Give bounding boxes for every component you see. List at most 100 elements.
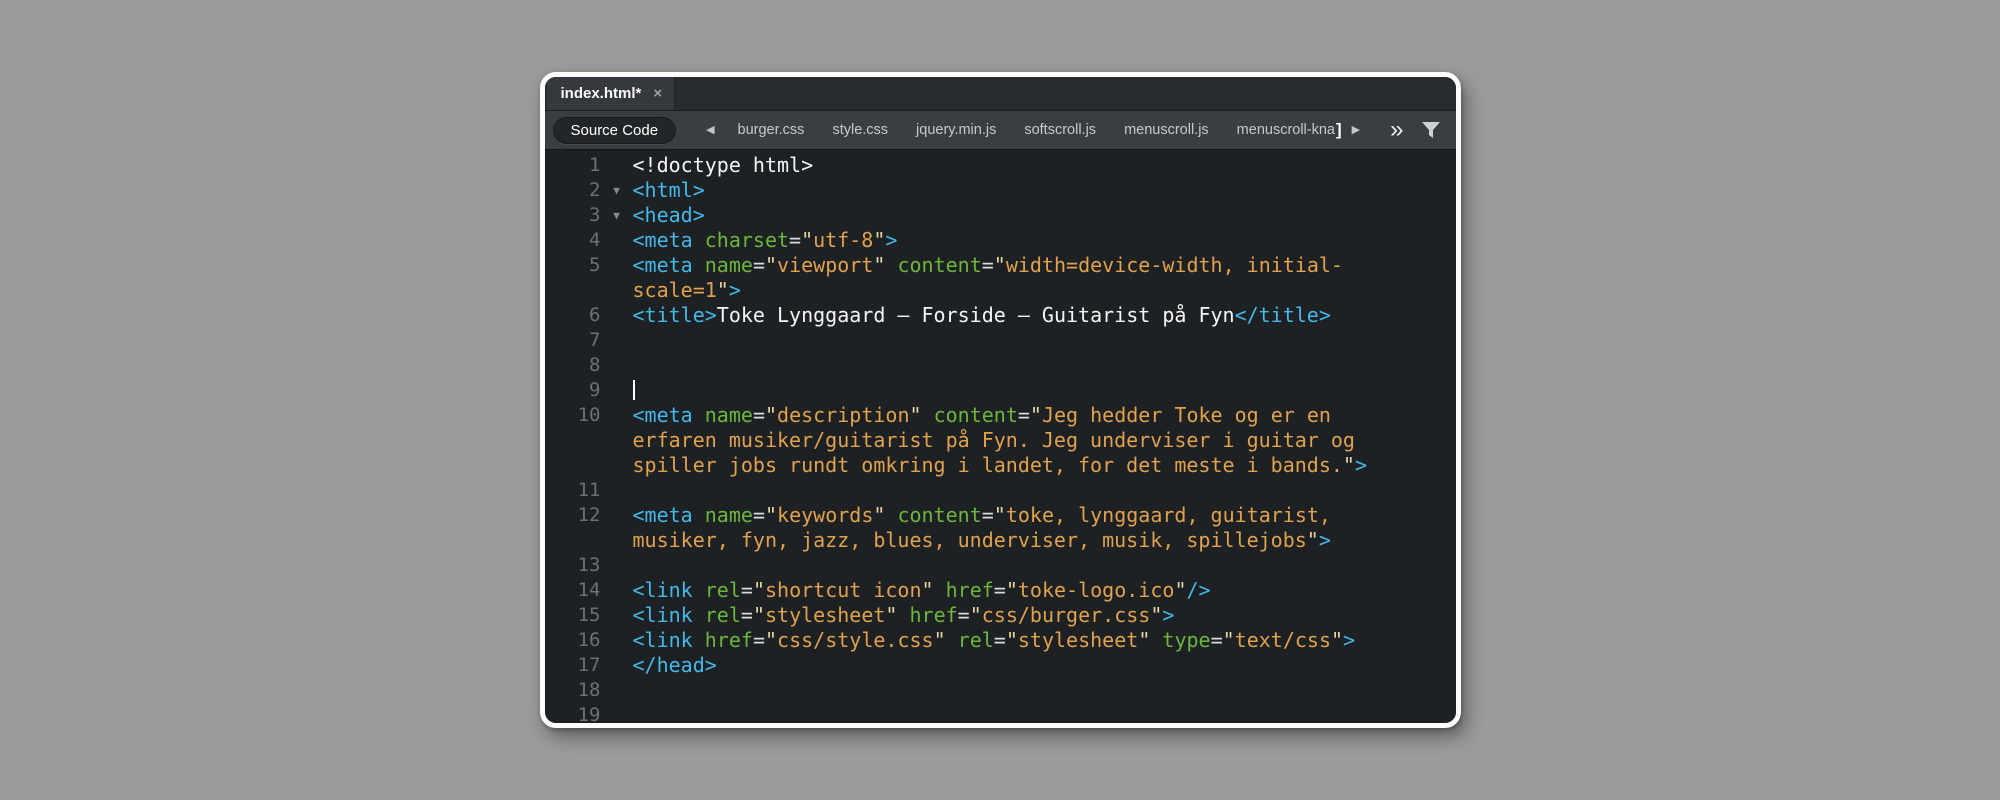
code-token: >	[1343, 628, 1355, 652]
code-token: stylesheet	[1018, 628, 1138, 652]
code-line[interactable]: spiller jobs rundt omkring i landet, for…	[545, 453, 1456, 478]
file-tab[interactable]: jquery.min.js	[916, 122, 996, 138]
code-token: toke-logo.ico	[1018, 578, 1175, 602]
code-line[interactable]: 13	[545, 553, 1456, 578]
code-line[interactable]: 19	[545, 703, 1456, 723]
code-token: name	[693, 253, 753, 277]
code-text: <link href="css/style.css" rel="styleshe…	[633, 628, 1356, 653]
code-text: <meta name="keywords" content="toke, lyn…	[633, 503, 1331, 528]
code-token: erfaren musiker/guitarist på Fyn. Jeg un…	[633, 428, 1355, 452]
code-token: "	[765, 403, 777, 427]
code-token: <meta	[633, 228, 693, 252]
code-token: href	[693, 628, 753, 652]
code-token: />	[1186, 578, 1210, 602]
line-number: 19	[545, 703, 601, 723]
code-token: "	[1343, 453, 1355, 477]
code-token: "	[885, 603, 897, 627]
code-token: text/css	[1235, 628, 1331, 652]
code-line[interactable]: 16 <link href="css/style.css" rel="styles…	[545, 628, 1456, 653]
document-tab-index-html[interactable]: index.html* ×	[547, 77, 676, 110]
code-token: "	[934, 628, 946, 652]
code-line[interactable]: 17</head>	[545, 653, 1456, 678]
fold-arrow-icon[interactable]: ▼	[601, 203, 633, 228]
code-token: Jeg hedder Toke og er en	[1042, 403, 1331, 427]
code-text: <link rel="stylesheet" href="css/burger.…	[633, 603, 1175, 628]
fold-spacer	[601, 153, 633, 178]
fold-spacer	[601, 628, 633, 653]
code-line[interactable]: 15<link rel="stylesheet" href="css/burge…	[545, 603, 1456, 628]
code-line[interactable]: 12<meta name="keywords" content="toke, l…	[545, 503, 1456, 528]
source-code-button[interactable]: Source Code	[553, 117, 677, 144]
file-tabs: burger.css style.css jquery.min.js softscro…	[738, 122, 1209, 138]
fold-spacer	[601, 378, 633, 403]
code-token: =	[994, 578, 1006, 602]
code-token: name	[693, 403, 753, 427]
fold-arrow-icon[interactable]: ▼	[601, 178, 633, 203]
code-token: rel	[946, 628, 994, 652]
fold-spacer	[601, 653, 633, 678]
code-line[interactable]: 8	[545, 353, 1456, 378]
code-text: erfaren musiker/guitarist på Fyn. Jeg un…	[633, 428, 1355, 453]
code-token: <meta	[633, 503, 693, 527]
code-token: =	[789, 228, 801, 252]
code-token: "	[753, 578, 765, 602]
code-line[interactable]: musiker, fyn, jazz, blues, underviser, m…	[545, 528, 1456, 553]
code-token: "	[922, 578, 934, 602]
code-line[interactable]: 7	[545, 328, 1456, 353]
chevron-left-icon[interactable]: ◀	[706, 125, 714, 136]
code-line[interactable]: 4<meta charset="utf-8">	[545, 228, 1456, 253]
code-line[interactable]: 11	[545, 478, 1456, 503]
code-token: "	[994, 503, 1006, 527]
line-number: 3	[545, 203, 601, 228]
code-token: >	[1319, 528, 1331, 552]
code-token: =	[958, 603, 970, 627]
code-token: scale=1	[633, 278, 717, 302]
line-number: 5	[545, 253, 601, 278]
document-tabbar: index.html* ×	[545, 77, 1456, 110]
code-line[interactable]: 9	[545, 378, 1456, 403]
overflow-chevrons-icon[interactable]: »	[1390, 118, 1403, 142]
code-text: scale=1">	[633, 278, 741, 303]
code-token: "	[765, 253, 777, 277]
line-number: 17	[545, 653, 601, 678]
line-number: 16	[545, 628, 601, 653]
code-token: =	[982, 503, 994, 527]
line-number: 2	[545, 178, 601, 203]
code-line[interactable]: erfaren musiker/guitarist på Fyn. Jeg un…	[545, 428, 1456, 453]
code-line[interactable]: 14<link rel="shortcut icon" href="toke-l…	[545, 578, 1456, 603]
code-token: "	[753, 603, 765, 627]
fold-spacer	[601, 328, 633, 353]
close-icon[interactable]: ×	[653, 86, 662, 101]
code-line[interactable]: 1<!doctype html>	[545, 153, 1456, 178]
code-line[interactable]: 18	[545, 678, 1456, 703]
file-tab[interactable]: style.css	[832, 122, 888, 138]
code-token: charset	[693, 228, 789, 252]
fold-spacer	[601, 278, 633, 303]
file-tab-menuscroll-kna[interactable]: menuscroll-kna]	[1237, 120, 1342, 140]
code-text: musiker, fyn, jazz, blues, underviser, m…	[633, 528, 1331, 553]
code-token: <html>	[633, 178, 705, 202]
code-editor[interactable]: 1<!doctype html>2▼<html>3▼<head>4<meta c…	[545, 150, 1456, 723]
code-line[interactable]: 10<meta name="description" content="Jeg …	[545, 403, 1456, 428]
code-token: =	[753, 403, 765, 427]
code-token: "	[873, 503, 885, 527]
code-line[interactable]: 6<title>Toke Lynggaard – Forside – Guita…	[545, 303, 1456, 328]
code-token: "	[1030, 403, 1042, 427]
fold-spacer	[601, 303, 633, 328]
code-token: "	[1150, 603, 1162, 627]
code-line[interactable]: 2▼<html>	[545, 178, 1456, 203]
code-token: "	[873, 253, 885, 277]
code-line[interactable]: scale=1">	[545, 278, 1456, 303]
fold-spacer	[601, 428, 633, 453]
file-tab[interactable]: burger.css	[738, 122, 805, 138]
chevron-right-icon[interactable]: ▶	[1352, 125, 1360, 136]
code-line[interactable]: 5<meta name="viewport" content="width=de…	[545, 253, 1456, 278]
code-text: <!doctype html>	[633, 153, 814, 178]
file-tab[interactable]: menuscroll.js	[1124, 122, 1209, 138]
fold-spacer	[601, 678, 633, 703]
filter-funnel-icon[interactable]	[1420, 120, 1442, 140]
code-token: "	[994, 253, 1006, 277]
file-tab[interactable]: softscroll.js	[1024, 122, 1096, 138]
code-line[interactable]: 3▼<head>	[545, 203, 1456, 228]
fold-spacer	[601, 403, 633, 428]
